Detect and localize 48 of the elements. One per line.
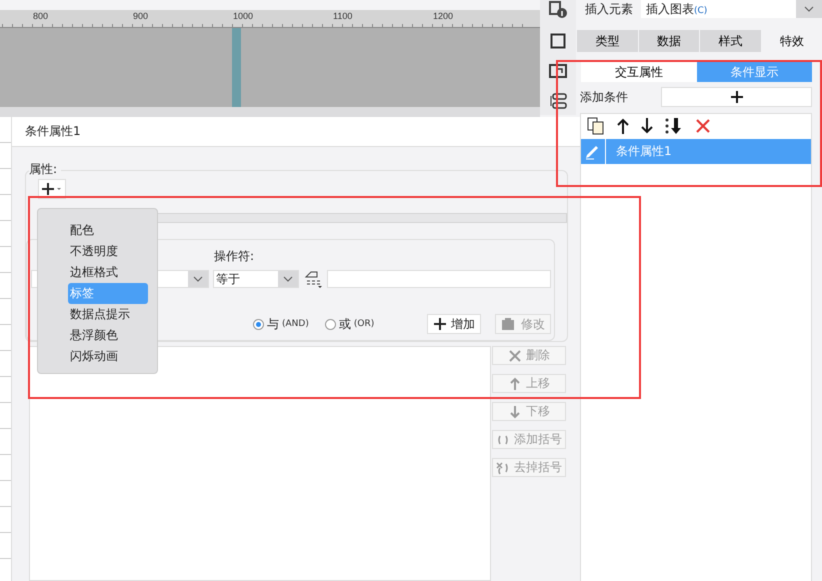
insert-label: 插入元素 (585, 0, 633, 18)
chevron-down-icon (193, 276, 203, 282)
ruler-label: 1000 (233, 11, 254, 22)
copy-icon[interactable] (587, 117, 605, 135)
subtab[interactable]: 交互属性 (581, 62, 696, 82)
close-icon[interactable] (695, 118, 711, 134)
tab[interactable]: 样式 (700, 30, 760, 52)
value-input[interactable] (327, 270, 551, 288)
menu-item[interactable]: 配色 (38, 220, 148, 241)
down-arrow-icon[interactable] (641, 118, 653, 134)
logic-radio[interactable]: 或 (OR) (324, 316, 374, 332)
menu-item[interactable]: 边框格式 (38, 262, 148, 283)
chevron-down-icon (804, 6, 814, 12)
plus-icon (730, 90, 744, 104)
tab[interactable]: 数据 (638, 30, 699, 52)
dialog-title: 条件属性1 (25, 123, 81, 140)
move-to-bottom-icon[interactable] (665, 117, 683, 135)
plus-icon (433, 317, 447, 331)
insert-select[interactable]: 插入图表(C) (641, 0, 822, 18)
menu-item[interactable]: 不透明度 (38, 241, 148, 262)
link-icon[interactable] (549, 93, 567, 109)
ruler-label: 900 (133, 11, 148, 22)
operator-select[interactable]: 等于 (213, 270, 299, 288)
add-condition-label: 添加条件 (579, 88, 629, 106)
frame-icon[interactable] (550, 33, 566, 49)
add-button[interactable]: 增加 (427, 314, 481, 334)
ruler-label: 1200 (433, 11, 454, 22)
property-label: 属性: (29, 161, 62, 178)
plus-icon (42, 182, 62, 196)
tab[interactable]: 类型 (577, 30, 638, 52)
delete-icon (508, 348, 522, 362)
add-property-button[interactable] (38, 179, 66, 199)
edit-icon (501, 317, 517, 331)
up-icon (508, 376, 522, 390)
logic-radio[interactable]: 与 (AND) (253, 316, 309, 332)
info-icon[interactable] (549, 1, 567, 19)
ruler-label: 1100 (333, 11, 352, 22)
remove-paren-icon (496, 460, 510, 474)
menu-item[interactable]: 悬浮颜色 (38, 325, 148, 346)
down-icon (508, 404, 522, 418)
window-icon[interactable] (549, 63, 567, 79)
menu-item[interactable]: 数据点提示 (38, 304, 148, 325)
formula-icon[interactable] (303, 270, 323, 288)
ruler-label: 800 (33, 11, 48, 22)
chevron-down-icon (283, 276, 293, 282)
up-arrow-icon[interactable] (617, 118, 629, 134)
operator-label: 操作符: (214, 248, 254, 264)
menu-item[interactable]: 闪烁动画 (38, 346, 148, 367)
